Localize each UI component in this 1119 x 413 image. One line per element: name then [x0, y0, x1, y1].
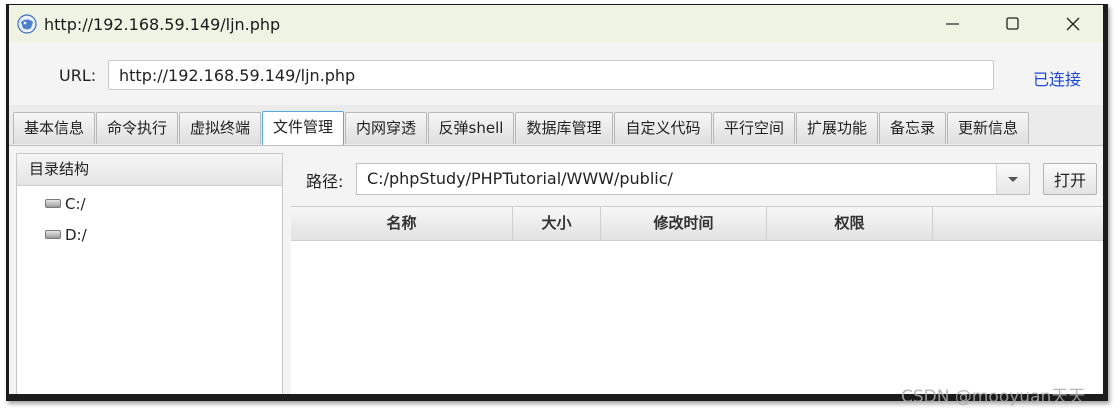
minimize-icon	[946, 23, 959, 25]
maximize-icon	[1006, 17, 1019, 30]
tab-intranet-tunnel[interactable]: 内网穿透	[345, 112, 427, 144]
column-header-permissions[interactable]: 权限	[767, 207, 933, 240]
tab-command-exec[interactable]: 命令执行	[96, 112, 178, 144]
chevron-down-icon	[1008, 177, 1018, 182]
tab-notes[interactable]: 备忘录	[879, 112, 946, 144]
directory-tree-panel: 目录结构 C:/ D:/	[16, 153, 283, 394]
tree-item-label: C:/	[65, 195, 86, 213]
tree-item-c-drive[interactable]: C:/	[45, 195, 86, 213]
tab-file-manager[interactable]: 文件管理	[262, 111, 344, 145]
column-header-name[interactable]: 名称	[291, 207, 513, 240]
path-value: C:/phpStudy/PHPTutorial/WWW/public/	[367, 169, 673, 188]
close-icon	[1066, 17, 1080, 31]
tab-reverse-shell[interactable]: 反弹shell	[428, 112, 514, 144]
tab-update-info[interactable]: 更新信息	[947, 112, 1029, 144]
url-bar: URL: 已连接	[9, 43, 1103, 105]
tab-bar: 基本信息 命令执行 虚拟终端 文件管理 内网穿透 反弹shell 数据库管理 自…	[9, 105, 1103, 146]
window-title: http://192.168.59.149/ljn.php	[44, 15, 281, 34]
maximize-button[interactable]	[983, 5, 1043, 43]
app-window: http://192.168.59.149/ljn.php URL: 已连接 基…	[9, 5, 1103, 394]
connection-status: 已连接	[1033, 70, 1082, 89]
directory-tree-title: 目录结构	[17, 154, 282, 186]
tree-item-d-drive[interactable]: D:/	[45, 226, 87, 244]
column-header-modified[interactable]: 修改时间	[601, 207, 767, 240]
watermark: CSDN @mooyuan天天	[901, 387, 1086, 407]
file-table: 名称 大小 修改时间 权限	[291, 206, 1103, 394]
title-bar: http://192.168.59.149/ljn.php	[9, 5, 1103, 43]
tab-virtual-terminal[interactable]: 虚拟终端	[179, 112, 261, 144]
close-button[interactable]	[1043, 5, 1103, 43]
tab-parallel-space[interactable]: 平行空间	[713, 112, 795, 144]
app-icon	[17, 14, 37, 34]
path-label: 路径:	[306, 172, 344, 191]
drive-icon	[45, 230, 61, 239]
minimize-button[interactable]	[923, 5, 983, 43]
drive-icon	[45, 199, 61, 208]
tab-basic-info[interactable]: 基本信息	[13, 112, 95, 144]
url-label: URL:	[59, 66, 97, 85]
tab-database-manager[interactable]: 数据库管理	[515, 112, 613, 144]
tab-extensions[interactable]: 扩展功能	[796, 112, 878, 144]
tab-custom-code[interactable]: 自定义代码	[614, 112, 712, 144]
table-header: 名称 大小 修改时间 权限	[291, 207, 1103, 241]
open-button[interactable]: 打开	[1043, 163, 1097, 195]
path-combobox[interactable]: C:/phpStudy/PHPTutorial/WWW/public/	[356, 163, 1030, 195]
path-dropdown-button[interactable]	[996, 164, 1029, 194]
tree-item-label: D:/	[65, 226, 87, 244]
url-input[interactable]	[108, 60, 994, 90]
column-header-size[interactable]: 大小	[513, 207, 601, 240]
file-browser: 路径: C:/phpStudy/PHPTutorial/WWW/public/ …	[291, 153, 1103, 394]
